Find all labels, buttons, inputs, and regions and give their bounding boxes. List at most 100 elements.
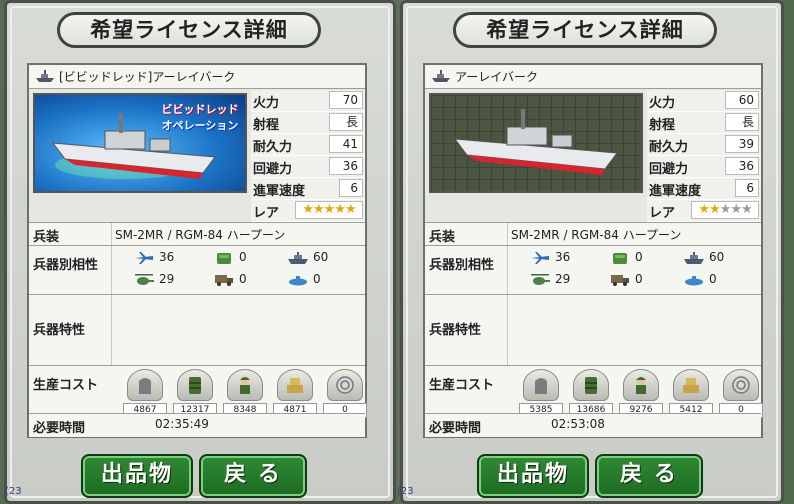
rare-metal-icon: [336, 376, 354, 394]
banner-logo: ビビッドレッド オペレーション: [161, 101, 239, 133]
traits-label: 兵器特性: [429, 323, 482, 338]
supplies-icon: [683, 378, 699, 393]
weapons-label: 兵装: [33, 230, 60, 245]
traits-label: 兵器特性: [33, 323, 86, 338]
affinity-label: 兵器別相性: [429, 258, 495, 273]
star-filled-icon: ★: [334, 202, 346, 217]
license-card-1: 希望ライセンス詳細 [ビビッドレッド]アーレイバーク ビビッドレッド オペレーシ…: [4, 0, 396, 504]
submarine-icon: [289, 275, 307, 285]
star-filled-icon: ★: [709, 202, 721, 217]
tank-icon: [613, 252, 627, 264]
cost-fuel: 13686: [569, 369, 613, 418]
affinity-ship: 60: [287, 250, 328, 265]
unit-name-bar: アーレイバーク: [425, 65, 761, 89]
cost-steel: 4867: [123, 369, 167, 418]
cost-label: 生産コスト: [429, 378, 495, 393]
time-row: 必要時間 02:35:49: [29, 413, 365, 437]
truck-icon: [215, 274, 233, 286]
aircraft-icon: [135, 251, 153, 264]
star-filled-icon: ★: [302, 202, 314, 217]
affinity-submarine: 0: [683, 272, 717, 287]
fuel-icon: [585, 377, 597, 394]
star-filled-icon: ★: [344, 202, 357, 217]
affinity-truck: 0: [609, 272, 643, 287]
ship-icon: [288, 251, 308, 264]
traits-row: 兵器特性: [29, 294, 365, 365]
affinity-helicopter: 29: [133, 272, 174, 287]
rarity-stars: ★★★★★: [691, 201, 759, 219]
affinity-aircraft: 36: [529, 250, 570, 265]
stat-firepower: 火力 60: [647, 90, 761, 112]
cost-fuel: 12317: [173, 369, 217, 418]
supplies-icon: [287, 378, 303, 393]
cost-soldier: 8348: [223, 369, 267, 418]
time-value: 02:53:08: [551, 417, 605, 431]
affinity-ship: 60: [683, 250, 724, 265]
stat-evasion: 回避力 36: [647, 156, 761, 178]
unit-image: [429, 93, 643, 193]
helicopter-icon: [531, 273, 550, 285]
stat-rarity: レア ★★★★★: [251, 200, 365, 222]
traits-row: 兵器特性: [425, 294, 761, 365]
affinity-tank: 0: [213, 250, 247, 265]
weapons-value: SM-2MR / RGM-84 ハープーン: [115, 228, 286, 242]
cost-rare-metal: 0: [719, 369, 763, 418]
detail-panel: [ビビッドレッド]アーレイバーク ビビッドレッド オペレーション 火力 70 射程…: [27, 63, 367, 438]
cost-label: 生産コスト: [33, 378, 99, 393]
ship-icon: [36, 70, 54, 82]
corner-text: (23: [5, 486, 22, 497]
steel-icon: [535, 378, 547, 394]
card-title: 希望ライセンス詳細: [57, 12, 321, 48]
affinity-tank: 0: [609, 250, 643, 265]
cost-steel: 5385: [519, 369, 563, 418]
star-filled-icon: ★: [323, 202, 336, 217]
star-filled-icon: ★: [698, 202, 710, 217]
unit-name-bar: [ビビッドレッド]アーレイバーク: [29, 65, 365, 89]
rare-metal-icon: [732, 376, 750, 394]
aircraft-icon: [531, 251, 549, 264]
time-label: 必要時間: [429, 421, 482, 436]
corner-text: (23: [397, 486, 414, 497]
cost-row: 生産コスト 5385 13686 9276 5412 0: [425, 365, 763, 418]
cost-row: 生産コスト 4867 12317 8348 4871 0: [29, 365, 367, 418]
stats-table: 火力 60 射程長 耐久力 39 回避力 36 進軍速度 6 レア ★★★★★: [647, 90, 761, 222]
steel-icon: [139, 378, 151, 394]
affinity-row: 兵器別相性 36 0 60 29 0 0: [29, 245, 365, 294]
stat-speed: 進軍速度 6: [251, 178, 365, 200]
star-empty-icon: ★: [719, 202, 732, 217]
helicopter-icon: [135, 273, 154, 285]
back-button[interactable]: 戻 る: [199, 454, 307, 498]
time-label: 必要時間: [33, 421, 86, 436]
license-card-2: 希望ライセンス詳細 アーレイバーク 火力 60 射程長 耐久力 39 回避力 36 進…: [397, 0, 784, 504]
ship-icon: [684, 251, 704, 264]
affinity-submarine: 0: [287, 272, 321, 287]
cost-supplies: 5412: [669, 369, 713, 418]
tank-icon: [217, 252, 231, 264]
soldier-icon: [240, 377, 250, 394]
detail-panel: アーレイバーク 火力 60 射程長 耐久力 39 回避力 36 進軍速度 6 レア ★★…: [423, 63, 763, 438]
weapons-value: SM-2MR / RGM-84 ハープーン: [511, 228, 682, 242]
star-empty-icon: ★: [740, 202, 753, 217]
submarine-icon: [685, 275, 703, 285]
stat-evasion: 回避力 36: [251, 156, 365, 178]
weapons-label: 兵装: [429, 230, 456, 245]
rarity-stars: ★★★★★: [295, 201, 363, 219]
banner-line-2: オペレーション: [161, 119, 239, 132]
stat-range: 射程長: [647, 112, 761, 134]
ship-icon: [432, 70, 450, 82]
stat-rarity: レア ★★★★★: [647, 200, 761, 222]
market-button[interactable]: 出品物: [477, 454, 589, 498]
stat-durability: 耐久力 39: [647, 134, 761, 156]
stat-range: 射程長: [251, 112, 365, 134]
market-button[interactable]: 出品物: [81, 454, 193, 498]
affinity-truck: 0: [213, 272, 247, 287]
time-value: 02:35:49: [155, 417, 209, 431]
affinity-row: 兵器別相性 36 0 60 29 0 0: [425, 245, 761, 294]
stat-speed: 進軍速度 6: [647, 178, 761, 200]
truck-icon: [611, 274, 629, 286]
card-title: 希望ライセンス詳細: [453, 12, 717, 48]
cost-rare-metal: 0: [323, 369, 367, 418]
time-row: 必要時間 02:53:08: [425, 413, 761, 437]
back-button[interactable]: 戻 る: [595, 454, 703, 498]
destroyer-illustration: [453, 109, 618, 175]
